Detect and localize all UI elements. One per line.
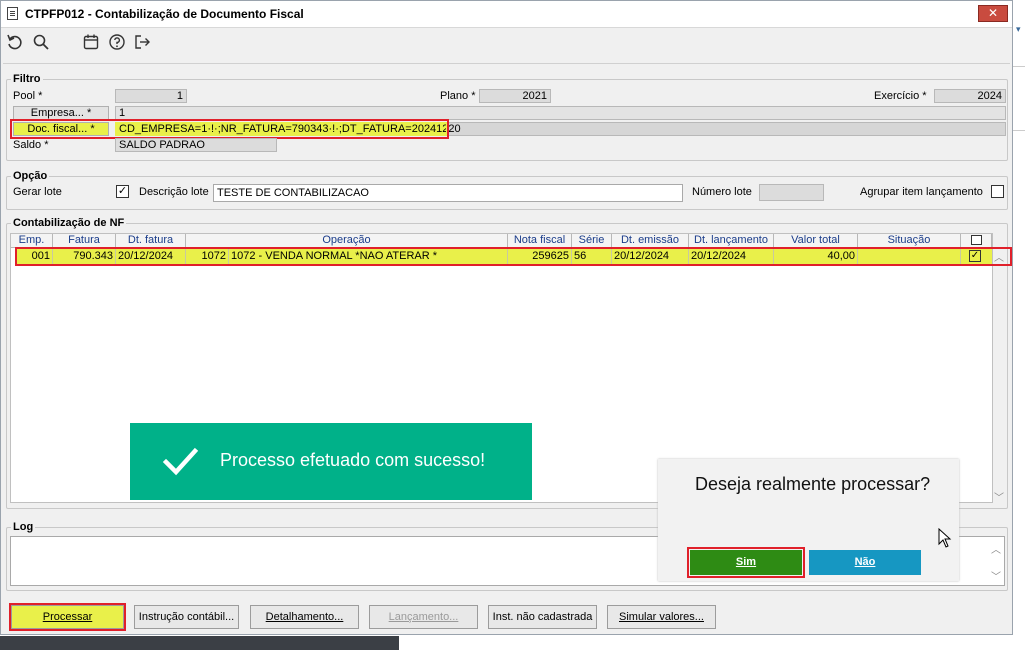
pool-label: Pool * bbox=[13, 90, 43, 102]
contabilizacao-legend: Contabilização de NF bbox=[13, 217, 125, 229]
window-title: CTPFP012 - Contabilização de Documento F… bbox=[25, 7, 304, 21]
simular-valores-button[interactable]: Simular valores... bbox=[607, 605, 716, 629]
col-header-select[interactable] bbox=[961, 234, 992, 248]
numero-lote-label: Número lote bbox=[692, 186, 752, 198]
title-bar: CTPFP012 - Contabilização de Documento F… bbox=[1, 1, 1012, 28]
calendar-icon[interactable] bbox=[81, 33, 101, 53]
gerar-lote-checkbox[interactable]: ✓ bbox=[116, 185, 129, 198]
col-header-operacao[interactable]: Operação bbox=[186, 234, 508, 248]
lancamento-button[interactable]: Lançamento... bbox=[369, 605, 478, 629]
col-header-emp[interactable]: Emp. bbox=[11, 234, 53, 248]
undo-icon[interactable] bbox=[5, 33, 25, 53]
plano-label: Plano * bbox=[440, 90, 476, 102]
exit-icon[interactable] bbox=[132, 33, 152, 53]
success-toast: Processo efetuado com sucesso! bbox=[130, 423, 532, 500]
saldo-field[interactable]: SALDO PADRAO bbox=[115, 138, 277, 152]
log-scroll-down-icon[interactable]: ﹀ bbox=[991, 568, 1001, 583]
document-icon bbox=[7, 7, 18, 20]
inst-nao-cadastrada-button[interactable]: Inst. não cadastrada bbox=[488, 605, 597, 629]
descricao-lote-label: Descrição lote bbox=[139, 186, 209, 198]
edge-line bbox=[1013, 66, 1025, 67]
col-header-valor-total[interactable]: Valor total bbox=[774, 234, 858, 248]
mouse-cursor-icon bbox=[938, 528, 952, 548]
toolbar-separator bbox=[3, 63, 1010, 64]
plano-field[interactable]: 2021 bbox=[479, 89, 551, 103]
lancamento-label: Lançamento... bbox=[388, 611, 459, 623]
log-scroll-up-icon[interactable]: ︿ bbox=[991, 541, 1001, 556]
numero-lote-field[interactable] bbox=[759, 184, 824, 201]
col-header-fatura[interactable]: Fatura bbox=[53, 234, 116, 248]
agrupar-checkbox[interactable] bbox=[991, 185, 1004, 198]
simular-label: Simular valores... bbox=[619, 611, 704, 623]
descricao-lote-input[interactable]: TESTE DE CONTABILIZACAO bbox=[213, 184, 683, 202]
col-header-dt-lancamento[interactable]: Dt. lançamento bbox=[689, 234, 774, 248]
help-icon[interactable] bbox=[107, 33, 127, 53]
detalhamento-label: Detalhamento... bbox=[265, 611, 344, 623]
annotation-box-processar bbox=[9, 603, 126, 631]
annotation-box-doc-fiscal bbox=[10, 119, 449, 139]
col-header-dt-fatura[interactable]: Dt. fatura bbox=[116, 234, 186, 248]
taskbar-fragment bbox=[0, 636, 399, 650]
empresa-lookup-button[interactable]: Empresa... * bbox=[13, 106, 109, 120]
instrucao-contabil-button[interactable]: Instrução contábil... bbox=[134, 605, 239, 629]
close-button[interactable]: ✕ bbox=[978, 5, 1008, 22]
select-all-checkbox[interactable] bbox=[970, 235, 982, 245]
log-legend: Log bbox=[13, 521, 34, 533]
exercicio-field[interactable]: 2024 bbox=[934, 89, 1006, 103]
grid-scroll-down-icon[interactable]: ﹀ bbox=[994, 489, 1004, 504]
exercicio-label: Exercício * bbox=[874, 90, 927, 102]
edge-line bbox=[1013, 130, 1025, 131]
col-header-situacao[interactable]: Situação bbox=[858, 234, 961, 248]
search-icon[interactable] bbox=[31, 33, 51, 53]
col-header-nota-fiscal[interactable]: Nota fiscal bbox=[508, 234, 572, 248]
check-icon bbox=[162, 447, 198, 476]
nao-button[interactable]: Não bbox=[809, 550, 921, 575]
background-window-edge: ▾ bbox=[1013, 0, 1025, 650]
nao-label: Não bbox=[854, 556, 876, 568]
col-header-dt-emissao[interactable]: Dt. emissão bbox=[612, 234, 689, 248]
agrupar-label: Agrupar item lançamento bbox=[860, 186, 983, 198]
grid-scroll-up-icon[interactable]: ︿ bbox=[994, 249, 1004, 264]
saldo-label: Saldo * bbox=[13, 139, 49, 151]
gerar-lote-label: Gerar lote bbox=[13, 186, 62, 198]
empresa-field[interactable]: 1 bbox=[115, 106, 1006, 120]
toast-message: Processo efetuado com sucesso! bbox=[220, 450, 486, 470]
dialog-question: Deseja realmente processar? bbox=[695, 474, 931, 494]
col-header-serie[interactable]: Série bbox=[572, 234, 612, 248]
annotation-box-row bbox=[15, 247, 1012, 266]
chevron-down-icon: ▾ bbox=[1016, 24, 1021, 34]
filtro-legend: Filtro bbox=[13, 73, 41, 85]
confirm-dialog: Deseja realmente processar? Sim Não bbox=[658, 459, 959, 581]
pool-field[interactable]: 1 bbox=[115, 89, 187, 103]
detalhamento-button[interactable]: Detalhamento... bbox=[250, 605, 359, 629]
instrucao-label: Instrução contábil... bbox=[138, 611, 235, 623]
opcao-legend: Opção bbox=[13, 170, 48, 182]
annotation-box-sim bbox=[687, 547, 805, 578]
inst-nao-cadastrada-label: Inst. não cadastrada bbox=[492, 611, 593, 623]
